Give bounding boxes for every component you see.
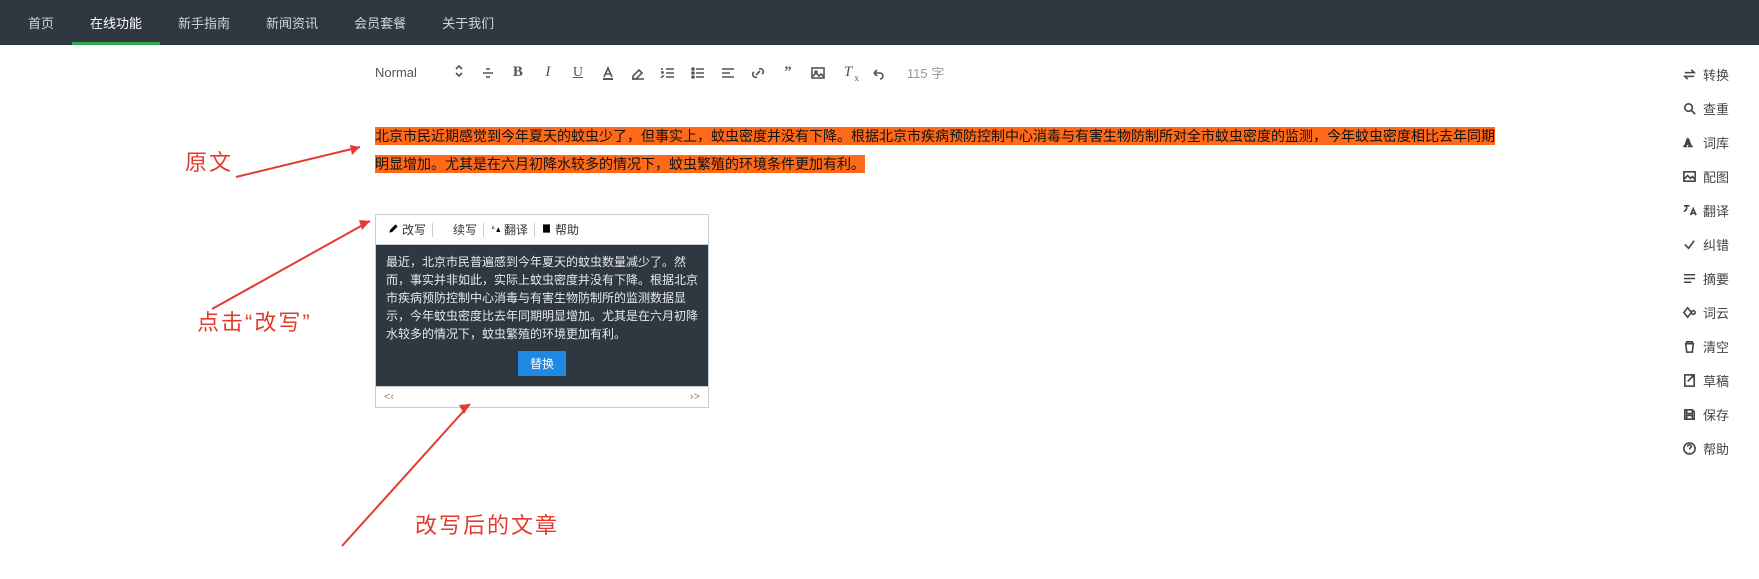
link-button[interactable] [749,64,767,82]
plus-icon [439,223,450,237]
arrow-original [234,141,374,181]
popup-help-label: 帮助 [555,221,579,238]
right-sidebar: 转换 查重 A 词库 配图 翻译 纠错 摘要 词云 清空 草稿 保存 帮助 [1500,45,1755,548]
side-plagiarism[interactable]: 查重 [1682,91,1729,125]
side-clear[interactable]: 清空 [1682,329,1729,363]
clear-format-button[interactable]: Tx [839,64,857,82]
side-correct[interactable]: 纠错 [1682,227,1729,261]
bold-button[interactable]: B [509,64,527,82]
nav-news[interactable]: 新闻资讯 [248,0,336,45]
side-help[interactable]: 帮助 [1682,431,1729,465]
doc-icon [541,223,552,237]
side-summary-label: 摘要 [1703,269,1729,288]
pencil-icon [388,223,399,237]
side-translate-label: 翻译 [1703,201,1729,220]
nav-guide[interactable]: 新手指南 [160,0,248,45]
side-wordcloud[interactable]: 词云 [1682,295,1729,329]
format-select-label: Normal [375,65,417,80]
rewrite-popup: 改写 续写 翻译 帮助 最近，北京市民普遍感到今年 [375,214,709,408]
chevron-updown-icon [451,63,467,82]
popup-help-button[interactable]: 帮助 [535,219,585,240]
side-wordcloud-label: 词云 [1703,303,1729,322]
original-text: 北京市民近期感觉到今年夏天的蚊虫少了，但事实上，蚊虫密度并没有下降。根据北京市疾… [375,127,1495,173]
annotation-label-original: 原文 [185,145,233,177]
popup-rewrite-label: 改写 [402,221,426,238]
nav-online-tools[interactable]: 在线功能 [72,0,160,45]
popup-continue-button[interactable]: 续写 [433,219,483,240]
format-select[interactable]: Normal [375,63,467,82]
side-clear-label: 清空 [1703,337,1729,356]
rewritten-text: 最近，北京市民普遍感到今年夏天的蚊虫数量减少了。然而，事实并非如此，实际上蚊虫密… [386,253,698,343]
side-help-label: 帮助 [1703,439,1729,458]
replace-button[interactable]: 替换 [518,351,566,376]
nav-membership[interactable]: 会员套餐 [336,0,424,45]
ordered-list-button[interactable] [659,64,677,82]
undo-button[interactable] [869,64,887,82]
italic-button[interactable]: I [539,64,557,82]
side-translate[interactable]: 翻译 [1682,193,1729,227]
annotation-layer: 原文 点击“改写” [0,45,375,548]
annotation-label-click-rewrite: 点击“改写” [197,305,312,337]
top-nav: 首页 在线功能 新手指南 新闻资讯 会员套餐 关于我们 [0,0,1759,45]
popup-translate-button[interactable]: 翻译 [484,219,534,240]
next-button[interactable]: ›> [690,391,700,403]
side-image[interactable]: 配图 [1682,159,1729,193]
editor-toolbar: Normal B I U ” Tx 115 字 [375,57,1500,90]
side-save[interactable]: 保存 [1682,397,1729,431]
side-plagiarism-label: 查重 [1703,99,1729,118]
popup-rewrite-button[interactable]: 改写 [382,219,432,240]
highlight-button[interactable] [629,64,647,82]
word-count: 115 字 [907,63,944,82]
underline-button[interactable]: U [569,64,587,82]
unordered-list-button[interactable] [689,64,707,82]
popup-body: 最近，北京市民普遍感到今年夏天的蚊虫数量减少了。然而，事实并非如此，实际上蚊虫密… [376,245,708,386]
font-color-button[interactable] [599,64,617,82]
side-draft[interactable]: 草稿 [1682,363,1729,397]
image-button[interactable] [809,64,827,82]
popup-translate-label: 翻译 [504,221,528,238]
quote-button[interactable]: ” [779,64,797,82]
arrow-click-rewrite [210,217,380,312]
align-button[interactable] [719,64,737,82]
translate-icon [490,223,501,237]
svg-text:A: A [1684,137,1693,149]
editor-area: Normal B I U ” Tx 115 字 北京市民近期感觉到今年夏天的蚊虫… [375,45,1500,548]
popup-header: 改写 续写 翻译 帮助 [376,215,708,245]
popup-continue-label: 续写 [453,221,477,238]
side-draft-label: 草稿 [1703,371,1729,390]
side-convert[interactable]: 转换 [1682,57,1729,91]
nav-home[interactable]: 首页 [10,0,72,45]
side-summary[interactable]: 摘要 [1682,261,1729,295]
side-convert-label: 转换 [1703,65,1729,84]
side-thesaurus[interactable]: A 词库 [1682,125,1729,159]
side-correct-label: 纠错 [1703,235,1729,254]
original-text-block[interactable]: 北京市民近期感觉到今年夏天的蚊虫少了，但事实上，蚊虫密度并没有下降。根据北京市疾… [375,122,1500,178]
side-thesaurus-label: 词库 [1703,133,1729,152]
annotation-layer-2: 改写后的文章 [375,408,1500,548]
strike-icon[interactable] [479,64,497,82]
popup-footer: <‹ ›> [376,386,708,407]
side-save-label: 保存 [1703,405,1729,424]
prev-button[interactable]: <‹ [384,391,394,403]
annotation-label-after-rewrite: 改写后的文章 [415,508,559,540]
side-image-label: 配图 [1703,167,1729,186]
nav-about[interactable]: 关于我们 [424,0,512,45]
